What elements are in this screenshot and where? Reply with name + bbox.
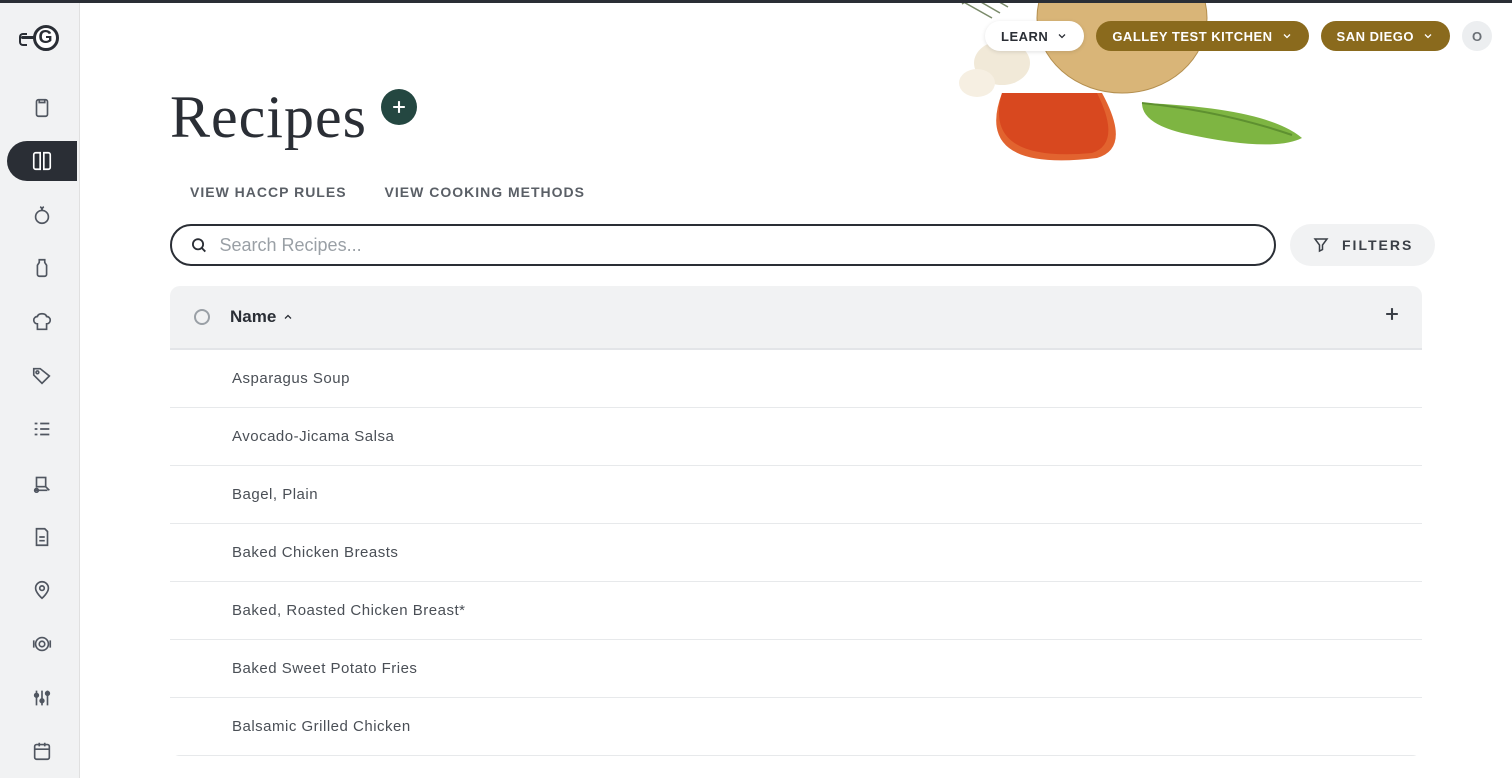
table-row[interactable]: Baked, Roasted Chicken Breast* [170, 582, 1422, 640]
chef-hat-icon [31, 311, 53, 333]
chevron-down-icon [1281, 30, 1293, 42]
table-row[interactable]: Avocado-Jicama Salsa [170, 408, 1422, 466]
chevron-down-icon [1056, 30, 1068, 42]
main: LEARN GALLEY TEST KITCHEN SAN DIEGO O Re… [80, 3, 1512, 778]
sort-asc-icon [282, 311, 294, 323]
top-right-controls: LEARN GALLEY TEST KITCHEN SAN DIEGO O [985, 21, 1492, 51]
sidebar-item-clipboard[interactable] [7, 88, 77, 128]
view-cooking-methods-link[interactable]: VIEW COOKING METHODS [385, 184, 585, 200]
sub-links: VIEW HACCP RULES VIEW COOKING METHODS [170, 184, 1422, 200]
sliders-icon [31, 687, 53, 709]
book-icon [31, 150, 53, 172]
view-haccp-link[interactable]: VIEW HACCP RULES [190, 184, 347, 200]
avatar-initial: O [1472, 29, 1482, 44]
column-name-label: Name [230, 307, 276, 327]
document-icon [31, 526, 53, 548]
learn-dropdown[interactable]: LEARN [985, 21, 1084, 51]
chevron-down-icon [1422, 30, 1434, 42]
plate-icon [31, 633, 53, 655]
calendar-icon [31, 740, 53, 762]
recipe-name: Asparagus Soup [232, 370, 350, 387]
search-icon [190, 236, 208, 254]
plus-icon [1382, 304, 1402, 324]
search-box[interactable] [170, 224, 1276, 266]
select-all-checkbox[interactable] [194, 309, 210, 325]
kitchen-label: GALLEY TEST KITCHEN [1112, 29, 1272, 44]
list-icon [31, 418, 53, 440]
filter-icon [1312, 236, 1330, 254]
search-input[interactable] [220, 235, 1257, 256]
sidebar-item-container[interactable] [7, 249, 77, 289]
sidebar-item-tag[interactable] [7, 356, 77, 396]
bottle-icon [31, 257, 53, 279]
table-row[interactable]: Baked Sweet Potato Fries [170, 640, 1422, 698]
app-logo[interactable]: G [16, 23, 64, 53]
clipboard-icon [31, 97, 53, 119]
learn-label: LEARN [1001, 29, 1048, 44]
recipe-name: Baked Chicken Breasts [232, 544, 398, 561]
kitchen-dropdown[interactable]: GALLEY TEST KITCHEN [1096, 21, 1308, 51]
recipe-table: Name Asparagus Soup Avocado-Jicama Salsa… [170, 286, 1422, 756]
table-row[interactable]: Baked Chicken Breasts [170, 524, 1422, 582]
location-label: SAN DIEGO [1337, 29, 1414, 44]
avatar[interactable]: O [1462, 21, 1492, 51]
table-header: Name [170, 286, 1422, 350]
sidebar-item-calendar[interactable] [7, 731, 77, 771]
title-row: Recipes [170, 83, 1422, 152]
recipe-name: Balsamic Grilled Chicken [232, 718, 411, 735]
recipe-name: Baked, Roasted Chicken Breast* [232, 602, 465, 619]
plus-icon [389, 97, 409, 117]
sidebar-item-delivery[interactable] [7, 463, 77, 503]
recipe-name: Bagel, Plain [232, 486, 318, 503]
tag-icon [31, 365, 53, 387]
recipe-name: Baked Sweet Potato Fries [232, 660, 417, 677]
sidebar-item-settings[interactable] [7, 678, 77, 718]
onion-icon [31, 204, 53, 226]
add-column-button[interactable] [1382, 303, 1402, 331]
search-row: FILTERS [170, 224, 1422, 266]
table-row[interactable]: Asparagus Soup [170, 350, 1422, 408]
column-header-name[interactable]: Name [230, 307, 294, 327]
sidebar: G [0, 3, 80, 778]
sidebar-item-recipes[interactable] [7, 141, 77, 181]
page-title: Recipes [170, 83, 367, 152]
table-row[interactable]: Bagel, Plain [170, 466, 1422, 524]
sidebar-item-menu[interactable] [7, 624, 77, 664]
content: Recipes VIEW HACCP RULES VIEW COOKING ME… [80, 3, 1512, 756]
filters-button[interactable]: FILTERS [1290, 224, 1435, 266]
sidebar-item-list[interactable] [7, 410, 77, 450]
recipe-name: Avocado-Jicama Salsa [232, 428, 394, 445]
sidebar-item-ingredient[interactable] [7, 195, 77, 235]
sidebar-item-document[interactable] [7, 517, 77, 557]
add-recipe-button[interactable] [381, 89, 417, 125]
filters-label: FILTERS [1342, 237, 1413, 253]
sidebar-item-location[interactable] [7, 571, 77, 611]
sidebar-item-chef[interactable] [7, 302, 77, 342]
pin-icon [31, 579, 53, 601]
table-row[interactable]: Balsamic Grilled Chicken [170, 698, 1422, 756]
handtruck-icon [31, 472, 53, 494]
location-dropdown[interactable]: SAN DIEGO [1321, 21, 1450, 51]
